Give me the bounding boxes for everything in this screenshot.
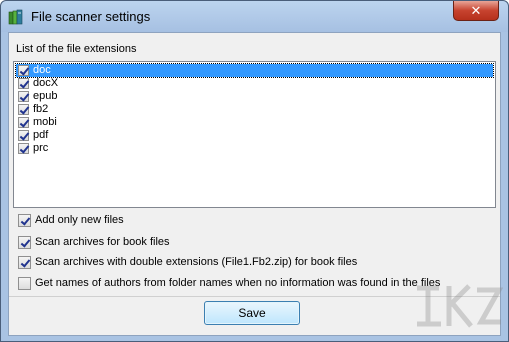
close-icon: ✕ [470, 3, 482, 18]
extension-label: prc [33, 142, 49, 154]
option-label: Get names of authors from folder names w… [35, 277, 441, 289]
extension-checkbox[interactable] [18, 91, 29, 102]
option-label: Add only new files [35, 214, 124, 226]
title-bar[interactable]: File scanner settings ✕ [1, 1, 508, 32]
extension-label: mobi [33, 116, 57, 128]
option-checkbox[interactable] [18, 277, 31, 290]
dialog-window: File scanner settings ✕ List of the file… [0, 0, 509, 342]
list-item-prc[interactable]: prc [16, 142, 493, 155]
extension-checkbox[interactable] [18, 78, 29, 89]
list-item-docx[interactable]: docX [16, 77, 493, 90]
option-label: Scan archives with double extensions (Fi… [35, 256, 358, 268]
extension-label: fb2 [33, 103, 49, 115]
extension-label: epub [33, 90, 58, 102]
list-item-fb2[interactable]: fb2 [16, 103, 493, 116]
window-title: File scanner settings [31, 9, 151, 24]
option-label: Scan archives for book files [35, 236, 170, 248]
books-icon [8, 9, 24, 25]
list-item-epub[interactable]: epub [16, 90, 493, 103]
option-checkbox[interactable] [18, 256, 31, 269]
option-checkbox[interactable] [18, 214, 31, 227]
extension-checkbox[interactable] [18, 143, 29, 154]
watermark-logo [417, 284, 503, 328]
extensions-list-label: List of the file extensions [16, 43, 137, 55]
extension-label: doc [33, 64, 51, 76]
extension-checkbox[interactable] [18, 65, 29, 76]
save-button[interactable]: Save [204, 301, 300, 325]
list-item-mobi[interactable]: mobi [16, 116, 493, 129]
extension-checkbox[interactable] [18, 117, 29, 128]
extensions-listbox[interactable]: doc docX epub fb2 mobi pdf prc [13, 61, 496, 208]
list-item-pdf[interactable]: pdf [16, 129, 493, 142]
extension-checkbox[interactable] [18, 104, 29, 115]
extension-checkbox[interactable] [18, 130, 29, 141]
option-checkbox[interactable] [18, 236, 31, 249]
extension-label: pdf [33, 129, 49, 141]
close-button[interactable]: ✕ [453, 1, 499, 21]
list-item-doc[interactable]: doc [15, 63, 494, 78]
extension-label: docX [33, 77, 59, 89]
